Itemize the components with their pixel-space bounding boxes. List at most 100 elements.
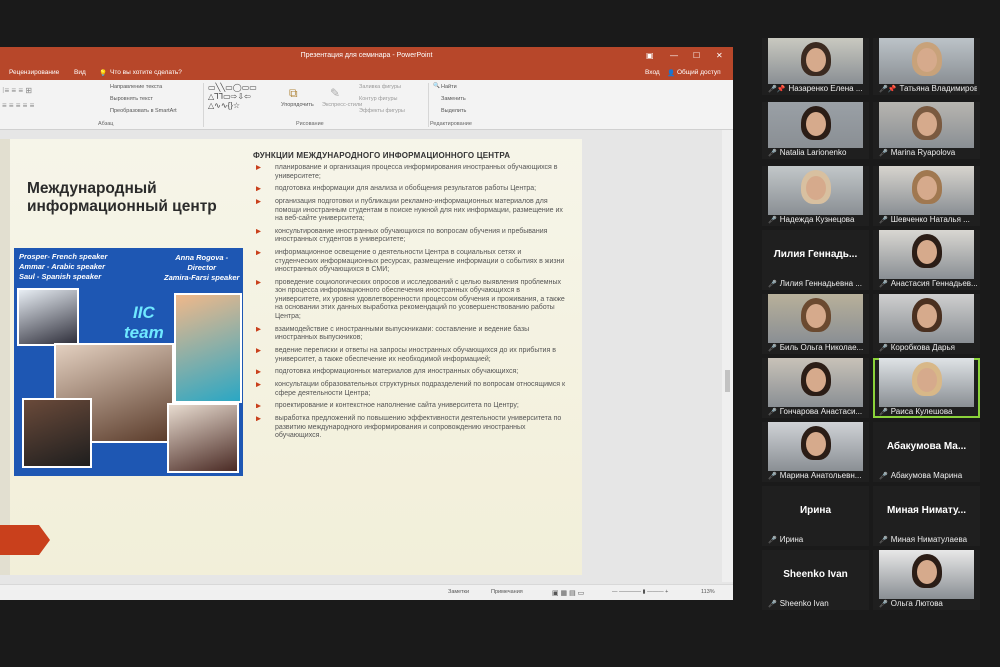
select-button[interactable]: Выделить (441, 108, 466, 114)
comments-button[interactable]: Примечания (491, 589, 523, 595)
text-direction-button[interactable]: Направление текста (110, 84, 162, 90)
participant-tile[interactable]: Абакумова Ма... 🎤 Абакумова Марина (873, 422, 980, 482)
group-editing: Редактирование (430, 121, 472, 127)
poster-photo (22, 398, 92, 468)
participant-tile[interactable]: 🎤 Марина Анатольевн... (762, 422, 869, 482)
participant-display-name: Sheenko Ivan (783, 569, 848, 580)
tab-review[interactable]: Рецензирование (9, 69, 59, 76)
window-title: Презентация для семинара - PowerPoint (300, 52, 433, 59)
alignment-tools-icon[interactable]: ≡ ≡ ≡ ≡ ≡ (2, 101, 34, 110)
participant-tile[interactable]: 🎤 Раиса Кулешова (873, 358, 980, 418)
participant-name: 🎤 Коробкова Дарья (879, 342, 977, 354)
participant-face (917, 560, 937, 584)
list-item: планирование и организация процесса инфо… (256, 164, 566, 181)
notes-button[interactable]: Заметки (448, 589, 469, 595)
poster-photo (174, 293, 242, 403)
slide-heading: Международный информационный центр (27, 180, 217, 215)
ribbon: ⁝≡ ≡ ≡ ⊞ ≡ ≡ ≡ ≡ ≡ Направление текста Вы… (0, 80, 733, 130)
participant-tile[interactable]: 🎤 Коробкова Дарья (873, 294, 980, 354)
smartart-button[interactable]: Преобразовать в SmartArt (110, 108, 177, 114)
vertical-scrollbar[interactable] (722, 130, 733, 582)
participant-video (768, 102, 863, 148)
minimize-icon[interactable]: — (670, 51, 678, 60)
ribbon-separator (203, 83, 204, 127)
participant-tile[interactable]: Лилия Геннадь... 🎤 Лилия Геннадьевна ... (762, 230, 869, 290)
zoom-level[interactable]: 113% (701, 589, 715, 595)
ribbon-separator (428, 83, 429, 127)
list-item: подготовка информации для анализа и обоб… (256, 185, 566, 194)
muted-mic-icon: 🎤 (768, 345, 777, 352)
participant-face (917, 368, 937, 392)
participant-tile[interactable]: 🎤📌 Татьяна Владимиров... (873, 38, 980, 95)
share-button[interactable]: Общий доступ (677, 69, 721, 76)
participant-tile[interactable]: Ирина 🎤 Ирина (762, 486, 869, 546)
find-button[interactable]: Найти (441, 84, 457, 90)
participant-name: 🎤📌 Татьяна Владимиров... (879, 83, 977, 95)
participant-tile[interactable]: 🎤 Анастасия Геннадьев... (873, 230, 980, 290)
title-bar: Презентация для семинара - PowerPoint ▣ … (0, 47, 733, 66)
participant-tile[interactable]: Sheenko Ivan 🎤 Sheenko Ivan (762, 550, 869, 610)
participant-name-label: Sheenko Ivan (779, 599, 829, 608)
participant-tile[interactable]: 🎤 Шевченко Наталья ... (873, 166, 980, 226)
participant-name: 🎤 Раиса Кулешова (879, 406, 977, 418)
arrange-button[interactable]: Упорядочить (281, 102, 314, 108)
participant-name: 🎤 Шевченко Наталья ... (879, 214, 977, 226)
paragraph-tools-icon[interactable]: ⁝≡ ≡ ≡ ⊞ (2, 86, 32, 95)
participant-tile[interactable]: Миная Нимату... 🎤 Миная Ниматулаева (873, 486, 980, 546)
participant-tile[interactable]: 🎤 Marina Ryapolova (873, 102, 980, 159)
signin-link[interactable]: Вход (645, 69, 660, 76)
participant-tile[interactable]: 🎤 Natalia Larionenko (762, 102, 869, 159)
list-item: выработка предложений по повышению эффек… (256, 415, 566, 441)
slide-left-bar (0, 139, 10, 575)
participant-name-label: Назаренко Елена ... (788, 84, 863, 93)
list-item: проектирование и контекстное наполнение … (256, 402, 566, 411)
participant-video (768, 38, 863, 84)
functions-title: ФУНКЦИИ МЕЖДУНАРОДНОГО ИНФОРМАЦИОННОГО Ц… (253, 151, 511, 160)
align-text-button[interactable]: Выровнять текст (110, 96, 153, 102)
participant-video (768, 422, 863, 471)
replace-button[interactable]: Заменить (441, 96, 466, 102)
view-buttons[interactable]: ▣ ▦ ▤ ▭ (552, 589, 584, 597)
participant-name: 🎤 Гончарова Анастаси... (768, 406, 866, 418)
participant-tile[interactable]: 🎤📌 Назаренко Елена ... (762, 38, 869, 95)
shape-fill-button[interactable]: Заливка фигуры (359, 84, 401, 90)
quick-styles-button[interactable]: Экспресс-стили (322, 102, 362, 108)
participant-face (806, 48, 826, 72)
participant-video (879, 230, 974, 279)
poster-photo (17, 288, 79, 346)
tab-view[interactable]: Вид (74, 69, 86, 76)
participant-name-label: Коробкова Дарья (890, 343, 955, 352)
slide-arrow-decoration (0, 525, 50, 555)
scrollbar-thumb[interactable] (725, 370, 730, 392)
participant-face (806, 112, 826, 136)
shape-outline-button[interactable]: Контур фигуры (359, 96, 397, 102)
participant-name-label: Марина Анатольевн... (779, 471, 862, 480)
participant-tile[interactable]: 🎤 Надежда Кузнецова (762, 166, 869, 226)
close-icon[interactable]: ✕ (716, 51, 723, 60)
participant-name-label: Миная Ниматулаева (890, 535, 968, 544)
muted-mic-icon: 🎤 (768, 409, 777, 416)
tell-me-input[interactable]: Что вы хотите сделать? (110, 69, 182, 76)
participant-name-label: Абакумова Марина (890, 471, 963, 480)
participant-tile[interactable]: 🎤 Биль Ольга Николае... (762, 294, 869, 354)
maximize-icon[interactable]: ☐ (693, 51, 700, 60)
shapes-gallery[interactable]: ▭╲╲▭◯▭▭ △⅂⅂▭⇨⇩⇦ △∿∿{}☆ (208, 83, 257, 110)
muted-mic-icon: 🎤 (879, 537, 888, 544)
shape-effects-button[interactable]: Эффекты фигуры (359, 108, 405, 114)
participant-name: 🎤 Лилия Геннадьевна ... (768, 278, 866, 290)
ribbon-display-icon[interactable]: ▣ (646, 51, 654, 60)
powerpoint-window: Презентация для семинара - PowerPoint ▣ … (0, 47, 733, 600)
participant-video (879, 294, 974, 343)
participant-tile[interactable]: 🎤 Ольга Лютова (873, 550, 980, 610)
participant-video (768, 358, 863, 407)
muted-mic-icon: 🎤 (768, 150, 777, 157)
participant-name-label: Раиса Кулешова (890, 407, 953, 416)
participant-name: 🎤 Ирина (768, 534, 866, 546)
zoom-slider[interactable]: — ———— ▮ ——— + (612, 589, 668, 595)
group-drawing: Рисование (296, 121, 324, 127)
participant-tile[interactable]: 🎤 Гончарова Анастаси... (762, 358, 869, 418)
participant-name: 🎤 Миная Ниматулаева (879, 534, 977, 546)
participant-name: 🎤📌 Назаренко Елена ... (768, 83, 866, 95)
list-item: организация подготовки и публикации рекл… (256, 198, 566, 224)
muted-mic-icon: 🎤 (768, 473, 777, 480)
